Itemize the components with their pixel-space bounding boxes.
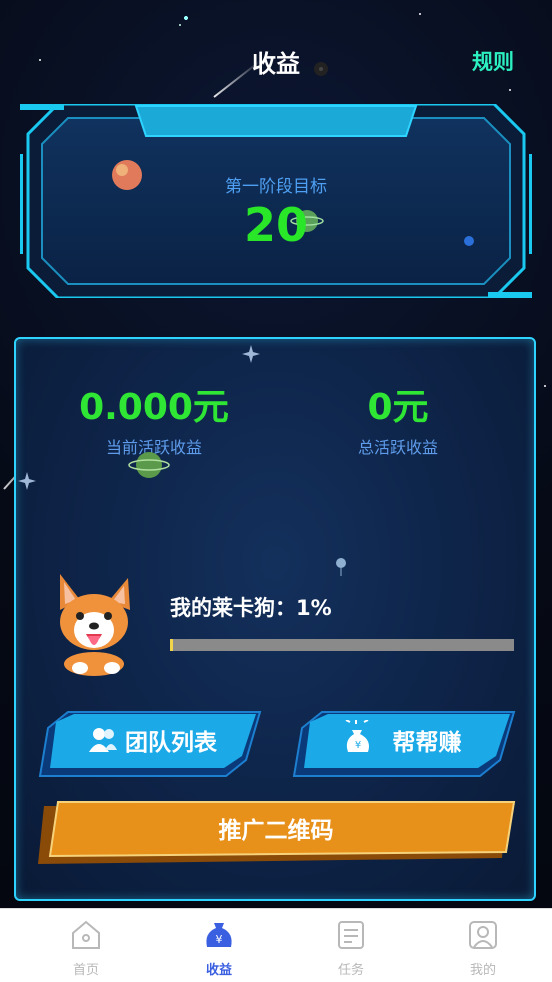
pet-progress-fill — [170, 639, 173, 651]
pet-progress-bar — [170, 639, 514, 651]
total-earnings-label: 总活跃收益 — [357, 438, 438, 457]
nav-item-tasks[interactable]: 任务 — [282, 909, 420, 982]
money-bag-icon: ¥ — [206, 923, 232, 947]
current-earnings-stat: 0.000元 当前活跃收益 — [44, 378, 264, 458]
page-title: 收益 — [252, 50, 300, 78]
header: 收益 规则 — [0, 0, 552, 118]
current-earnings-value: 0.000元 — [79, 387, 229, 428]
svg-text:¥: ¥ — [216, 933, 223, 946]
bottom-nav: 首页 ¥ 收益 任务 我的 — [0, 908, 552, 982]
sparkle-icon — [18, 472, 36, 490]
nav-item-label: 收益 — [205, 963, 232, 978]
total-earnings-stat: 0元 总活跃收益 — [288, 378, 508, 458]
nav-item-earnings[interactable]: ¥ 收益 — [150, 909, 288, 982]
task-list-icon — [338, 921, 364, 949]
promo-qr-button[interactable]: 推广二维码 — [36, 800, 516, 866]
promo-qr-label: 推广二维码 — [218, 818, 334, 844]
sparkle-icon — [242, 345, 260, 363]
pet-progress-label: 我的莱卡狗：1% — [170, 596, 332, 620]
rules-link[interactable]: 规则 — [472, 46, 514, 76]
goal-value: 20 — [243, 198, 308, 252]
home-icon — [72, 920, 100, 949]
help-earn-button[interactable]: ¥ 帮帮赚 — [292, 710, 516, 778]
corgi-mascot-icon — [60, 574, 130, 676]
team-list-label: 团队列表 — [125, 730, 217, 756]
team-list-button[interactable]: 团队列表 — [38, 710, 262, 778]
total-earnings-value: 0元 — [367, 387, 429, 428]
green-planet-icon — [128, 452, 170, 478]
help-earn-label: 帮帮赚 — [392, 730, 462, 756]
profile-icon — [469, 921, 497, 949]
nav-item-label: 我的 — [469, 963, 496, 978]
small-planet-icon — [314, 62, 328, 76]
goal-label: 第一阶段目标 — [225, 177, 327, 197]
nav-item-label: 首页 — [72, 963, 99, 978]
nav-item-label: 任务 — [337, 963, 364, 978]
nav-item-home[interactable]: 首页 — [17, 909, 155, 982]
nav-item-profile[interactable]: 我的 — [414, 909, 552, 982]
balloon-icon — [336, 558, 346, 576]
